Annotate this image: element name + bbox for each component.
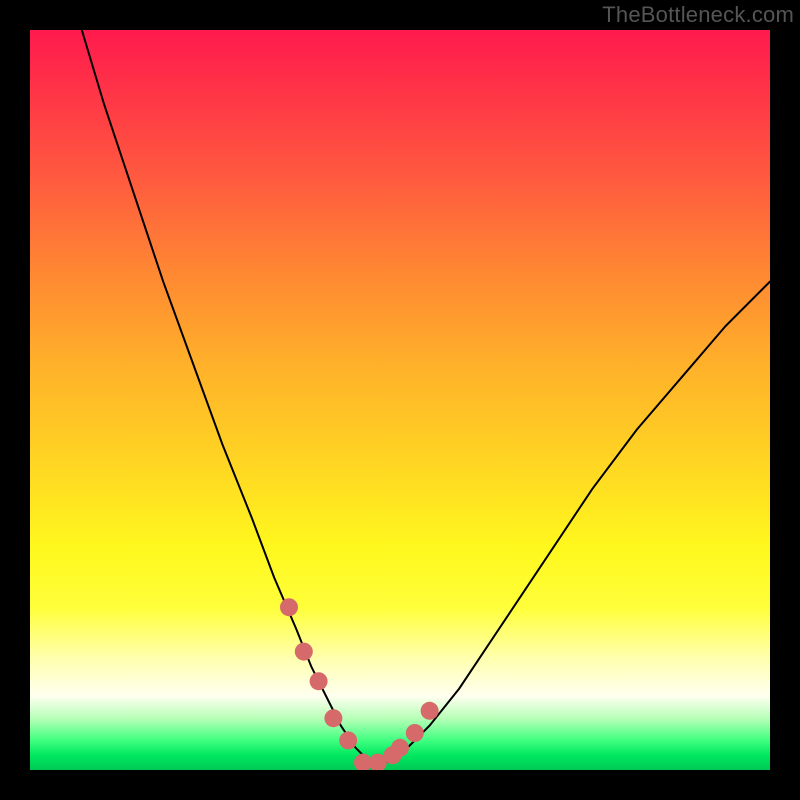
highlight-dot	[391, 739, 409, 757]
highlight-dot	[295, 643, 313, 661]
highlight-dot	[310, 672, 328, 690]
watermark-text: TheBottleneck.com	[602, 2, 794, 28]
curve-overlay	[30, 30, 770, 770]
highlight-dots	[280, 598, 439, 770]
highlight-dot	[280, 598, 298, 616]
plot-area	[30, 30, 770, 770]
bottleneck-curve-path	[82, 30, 770, 763]
highlight-dot	[406, 724, 424, 742]
chart-frame: TheBottleneck.com	[0, 0, 800, 800]
highlight-dot	[339, 731, 357, 749]
highlight-dot	[421, 702, 439, 720]
highlight-dot	[324, 709, 342, 727]
